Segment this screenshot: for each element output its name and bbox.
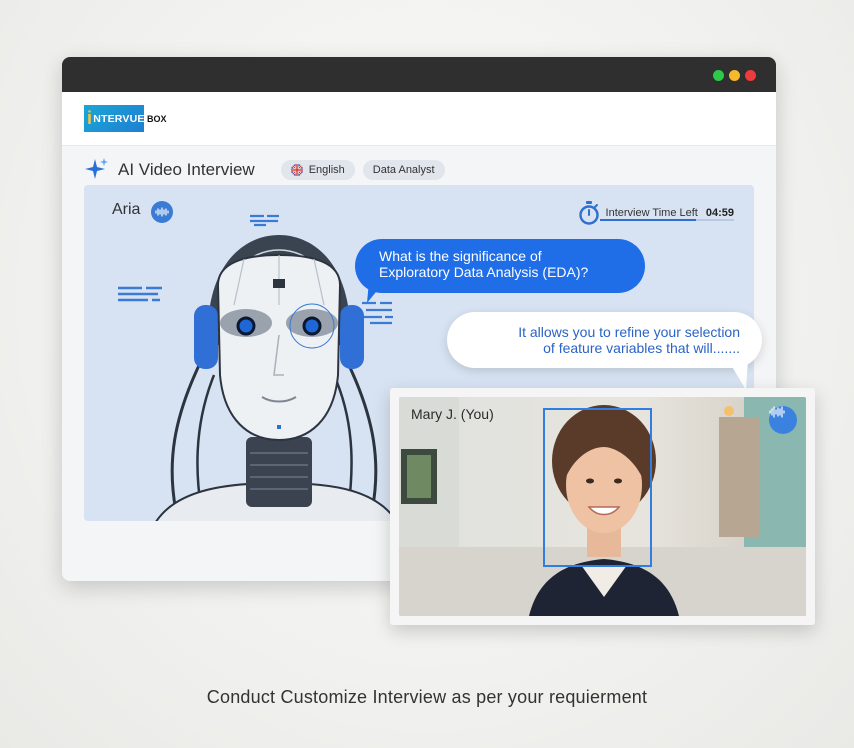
sound-wave-icon [155, 207, 169, 217]
logo-figure-icon: i [87, 108, 93, 128]
candidate-video-image [399, 397, 806, 616]
stopwatch-icon [578, 201, 599, 225]
page-title: AI Video Interview [118, 160, 255, 179]
sparkle-icon [85, 158, 108, 179]
marketing-caption: Conduct Customize Interview as per your … [206, 687, 648, 707]
answer-line-2: of feature variables that will....... [543, 340, 740, 356]
timer-progress [600, 219, 734, 221]
bubble-tail [367, 281, 385, 303]
timer-progress-fill [600, 219, 697, 221]
timer-label: Interview Time Left [605, 207, 698, 219]
candidate-voice-button[interactable] [769, 406, 797, 434]
app-header: i NTERVUE BOX [62, 92, 776, 146]
timer-value: 04:59 [705, 207, 734, 219]
sound-wave-icon [769, 406, 785, 418]
candidate-video-card: Mary J. (You) [390, 388, 815, 625]
logo[interactable]: i NTERVUE BOX [84, 105, 167, 132]
interview-toolbar: AI Video Interview English Data Analyst [84, 157, 453, 183]
ai-interviewer-name: Aria [112, 201, 141, 218]
role-badge[interactable]: Data Analyst [362, 160, 445, 180]
window-controls [713, 70, 756, 81]
interview-timer: Interview Time Left 04:59 [578, 201, 734, 225]
question-line-1: What is the significance of [379, 248, 542, 264]
answer-line-1: It allows you to refine your selection [518, 324, 740, 340]
candidate-video-feed[interactable]: Mary J. (You) [399, 397, 806, 616]
ai-voice-button[interactable] [151, 201, 173, 223]
language-badge[interactable]: English [280, 160, 355, 180]
question-line-2: Exploratory Data Analysis (EDA)? [379, 264, 589, 280]
close-dot[interactable] [745, 70, 756, 81]
uk-flag-icon [290, 164, 303, 176]
window-titlebar [62, 57, 776, 92]
candidate-name: Mary J. (You) [411, 406, 494, 422]
ai-question-bubble: What is the significance of Exploratory … [355, 239, 645, 293]
minimize-dot[interactable] [729, 70, 740, 81]
maximize-dot[interactable] [713, 70, 724, 81]
candidate-answer-bubble: It allows you to refine your selection o… [447, 312, 762, 368]
